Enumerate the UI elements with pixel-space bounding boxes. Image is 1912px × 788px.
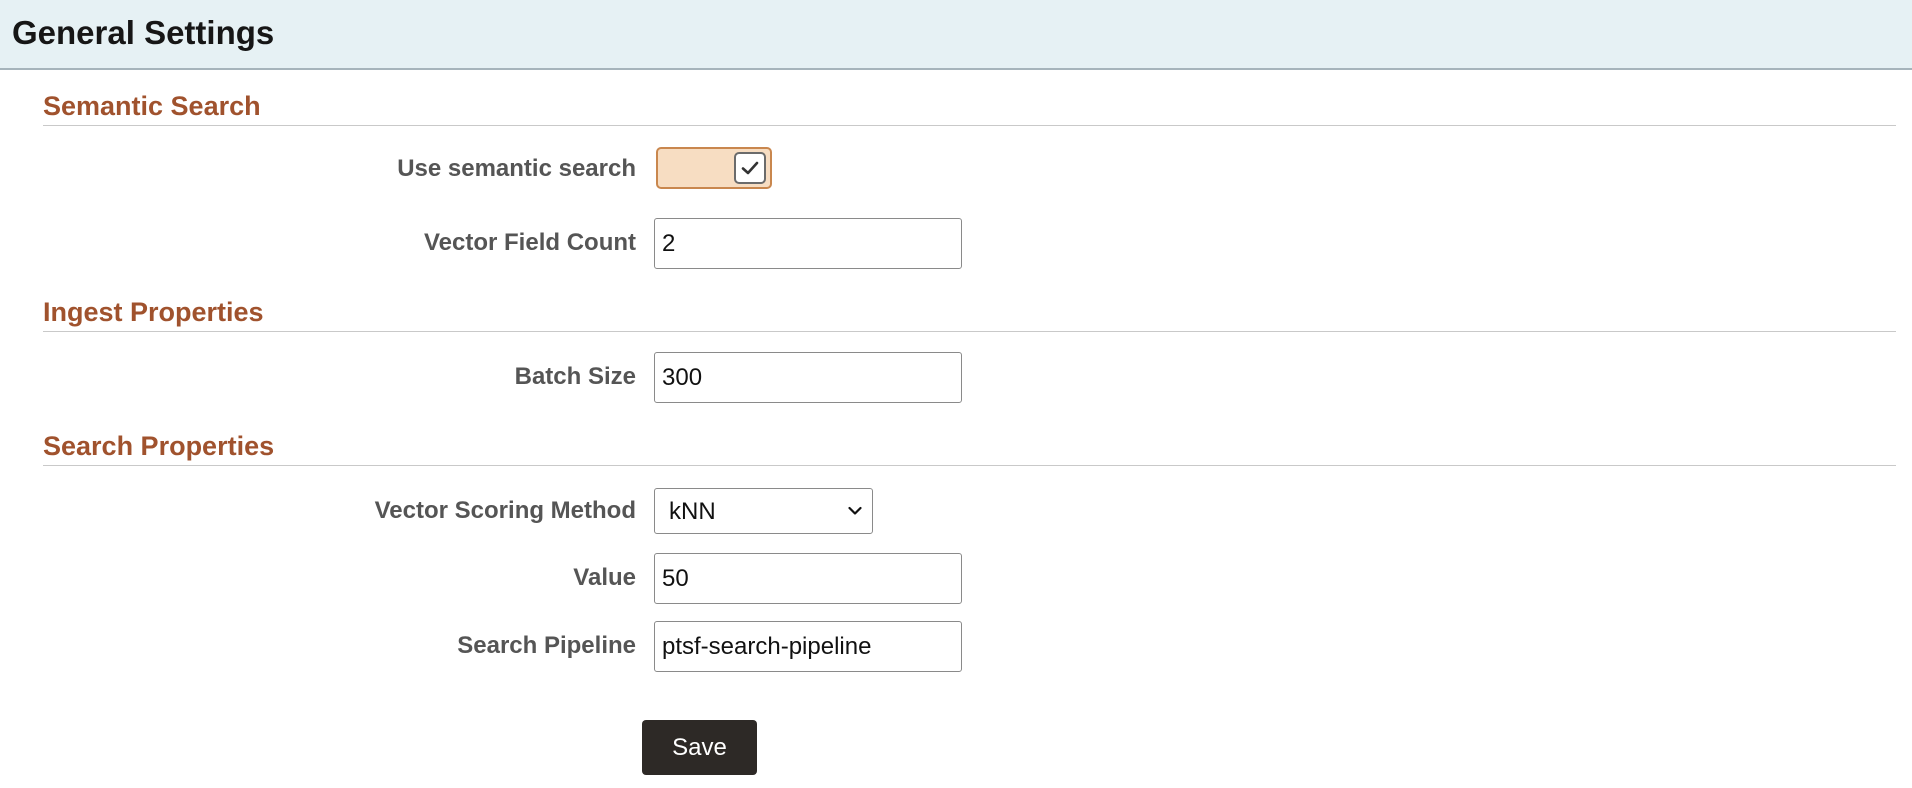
use-semantic-search-toggle[interactable] (656, 147, 772, 189)
section-heading-semantic-search: Semantic Search (43, 90, 1896, 126)
vector-field-count-label: Vector Field Count (423, 229, 636, 256)
value-input[interactable] (654, 553, 962, 604)
save-button[interactable]: Save (642, 720, 757, 775)
chevron-down-icon (848, 506, 862, 515)
section-heading-search-properties: Search Properties (43, 430, 1896, 466)
batch-size-input[interactable] (654, 352, 962, 403)
toggle-knob (734, 152, 766, 184)
vector-field-count-input[interactable] (654, 218, 962, 269)
use-semantic-search-label: Use semantic search (397, 155, 636, 182)
vector-scoring-method-selected-value: kNN (669, 498, 716, 525)
search-pipeline-label: Search Pipeline (457, 632, 636, 659)
section-heading-ingest-properties: Ingest Properties (43, 296, 1896, 332)
page-header: General Settings (0, 0, 1912, 70)
section-heading-label: Ingest Properties (43, 297, 264, 327)
vector-scoring-method-label: Vector Scoring Method (374, 497, 636, 524)
search-pipeline-input[interactable] (654, 621, 962, 672)
page-title: General Settings (12, 14, 275, 51)
batch-size-label: Batch Size (514, 363, 636, 390)
checkmark-icon (741, 161, 759, 175)
value-label: Value (573, 564, 636, 591)
vector-scoring-method-select[interactable]: kNN (654, 488, 873, 534)
section-heading-label: Semantic Search (43, 91, 261, 121)
section-heading-label: Search Properties (43, 431, 275, 461)
